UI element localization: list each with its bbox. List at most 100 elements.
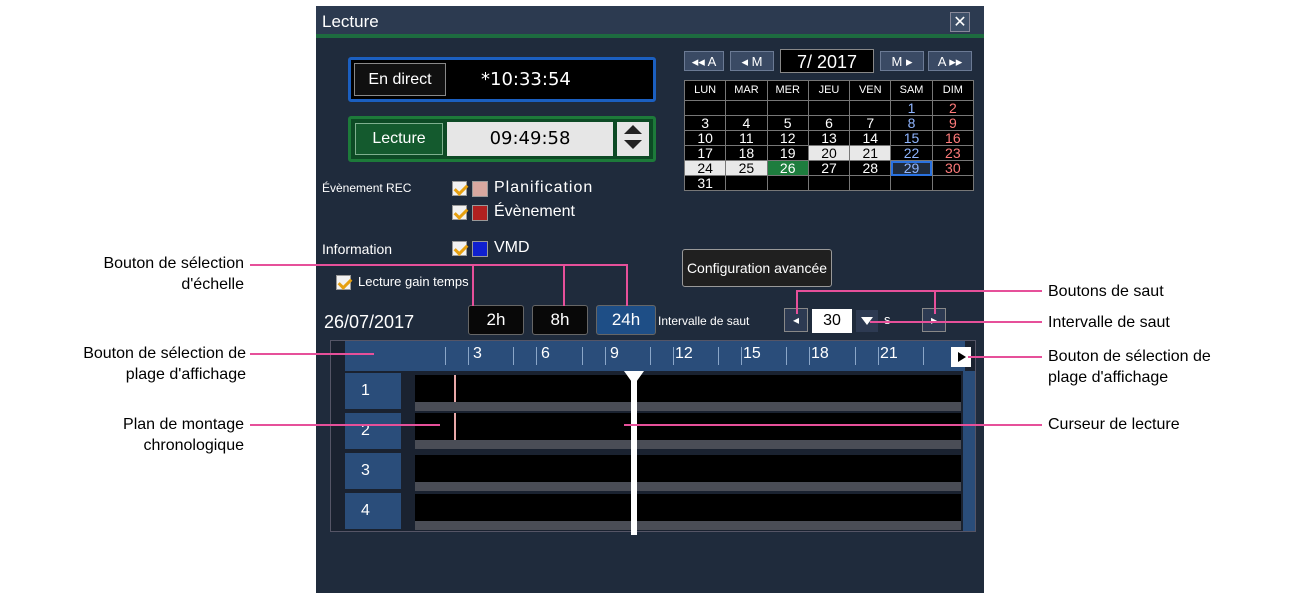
calendar-day	[725, 175, 768, 191]
hour-label-18: 18	[811, 345, 829, 362]
event-checkbox[interactable]	[452, 205, 467, 220]
callout-cursor: Curseur de lecture	[1048, 416, 1180, 433]
calendar-day[interactable]: 3	[683, 115, 727, 131]
camera-track-strip	[415, 402, 961, 411]
calendar-day[interactable]: 30	[931, 160, 975, 176]
jump-interval-label: Intervalle de saut	[658, 314, 750, 328]
calendar-day[interactable]: 6	[807, 115, 851, 131]
calendar-day-recorded[interactable]: 20	[807, 145, 851, 161]
calendar-day[interactable]: 15	[890, 130, 933, 146]
information-label: Information	[322, 241, 393, 257]
calendar-day[interactable]: 8	[890, 115, 933, 131]
jump-interval-value[interactable]: 30	[812, 309, 852, 333]
jump-unit: s	[884, 312, 891, 327]
calendar-day[interactable]: 4	[725, 115, 768, 131]
callout-line	[626, 264, 628, 306]
spin-down-icon[interactable]	[624, 140, 642, 149]
camera-track[interactable]	[415, 455, 961, 482]
schedule-label: Planification	[494, 179, 594, 196]
scale-24h-button[interactable]: 24h	[596, 305, 656, 335]
calendar-day-current[interactable]: 26	[766, 160, 809, 176]
calendar-day-recorded[interactable]: 21	[849, 145, 892, 161]
schedule-checkbox[interactable]	[452, 181, 467, 196]
callout-timeline-plan: Plan de montage chronologique	[123, 416, 244, 454]
live-button[interactable]: En direct	[354, 63, 446, 96]
camera-row-label: 3	[345, 453, 401, 489]
calendar-day[interactable]: 7	[849, 115, 892, 131]
calendar-day-recorded[interactable]: 24	[683, 160, 727, 176]
calendar-day[interactable]: 17	[683, 145, 727, 161]
hour-label-12: 12	[675, 345, 693, 362]
calendar-day[interactable]: 22	[890, 145, 933, 161]
calendar-day	[766, 100, 809, 116]
playback-button[interactable]: Lecture	[355, 123, 443, 155]
calendar-day-selected[interactable]: 29	[890, 160, 933, 176]
vmd-checkbox[interactable]	[452, 241, 467, 256]
hour-label-3: 3	[473, 345, 482, 362]
close-button[interactable]: ✕	[950, 12, 970, 32]
prev-month-button[interactable]: ◂ M	[730, 51, 774, 71]
timeline-hour-scale: 3 6 9 12 15 18 21	[345, 341, 965, 371]
calendar-day[interactable]: 9	[931, 115, 975, 131]
hour-label-6: 6	[541, 345, 550, 362]
calendar-week: 10 11 12 13 14 15 16	[683, 130, 975, 146]
camera-track-strip	[415, 482, 961, 491]
calendar-day	[725, 100, 768, 116]
calendar-week: 1 2	[683, 100, 975, 116]
next-month-button[interactable]: M ▸	[880, 51, 924, 71]
live-time: *10:33:54	[481, 69, 571, 90]
calendar-day[interactable]: 16	[931, 130, 975, 146]
next-year-button[interactable]: A ▸▸	[928, 51, 972, 71]
playback-time-field[interactable]: 09:49:58	[447, 122, 613, 156]
calendar-day[interactable]: 27	[807, 160, 851, 176]
calendar-day	[766, 175, 809, 191]
calendar-day[interactable]: 28	[849, 160, 892, 176]
camera-track[interactable]	[415, 494, 961, 521]
playback-cursor[interactable]	[631, 375, 637, 535]
weekday-header: LUN MAR MER JEU VEN SAM DIM	[683, 80, 975, 101]
calendar-day[interactable]: 1	[890, 100, 933, 116]
calendar-day	[807, 175, 851, 191]
calendar-day	[931, 175, 975, 191]
calendar-day[interactable]: 11	[725, 130, 768, 146]
time-lapse-checkbox[interactable]	[336, 275, 351, 290]
calendar-day[interactable]: 12	[766, 130, 809, 146]
weekday-fri: VEN	[849, 80, 892, 101]
time-spinner[interactable]	[617, 122, 649, 156]
window-title: Lecture	[322, 12, 379, 31]
timeline: 3 6 9 12 15 18 21 1 2 3 4	[330, 340, 976, 535]
scale-2h-button[interactable]: 2h	[468, 305, 524, 335]
hour-tick	[605, 347, 606, 365]
calendar-week: 17 18 19 20 21 22 23	[683, 145, 975, 161]
calendar-day[interactable]: 19	[766, 145, 809, 161]
weekday-tue: MAR	[725, 80, 768, 101]
hour-tick	[468, 347, 469, 365]
calendar-day	[683, 100, 727, 116]
advanced-settings-button[interactable]: Configuration avancée	[682, 249, 832, 287]
hour-tick	[718, 347, 719, 365]
calendar-day[interactable]: 18	[725, 145, 768, 161]
camera-track[interactable]	[415, 413, 961, 440]
callout-jump-buttons: Boutons de saut	[1048, 283, 1164, 300]
time-lapse-label: Lecture gain temps	[358, 274, 469, 289]
camera-track-strip	[415, 440, 961, 449]
calendar-day[interactable]: 31	[683, 175, 727, 191]
camera-row-label: 2	[345, 413, 401, 449]
spin-up-icon[interactable]	[624, 125, 642, 134]
calendar-day[interactable]: 5	[766, 115, 809, 131]
calendar-week: 24 25 26 27 28 29 30	[683, 160, 975, 176]
calendar-day[interactable]: 13	[807, 130, 851, 146]
callout-line	[624, 424, 1042, 426]
calendar-day[interactable]: 10	[683, 130, 727, 146]
calendar-day[interactable]: 23	[931, 145, 975, 161]
calendar-grid: LUN MAR MER JEU VEN SAM DIM 1 2 3 4 5 6 …	[683, 80, 975, 191]
calendar-day[interactable]: 2	[931, 100, 975, 116]
calendar-day[interactable]: 14	[849, 130, 892, 146]
calendar-day-recorded[interactable]: 25	[725, 160, 768, 176]
calendar-month-year: 7/ 2017	[780, 49, 874, 73]
hour-label-15: 15	[743, 345, 761, 362]
scale-8h-button[interactable]: 8h	[532, 305, 588, 335]
calendar-week: 31	[683, 175, 975, 191]
prev-year-button[interactable]: ◂◂ A	[684, 51, 724, 71]
camera-track[interactable]	[415, 375, 961, 402]
